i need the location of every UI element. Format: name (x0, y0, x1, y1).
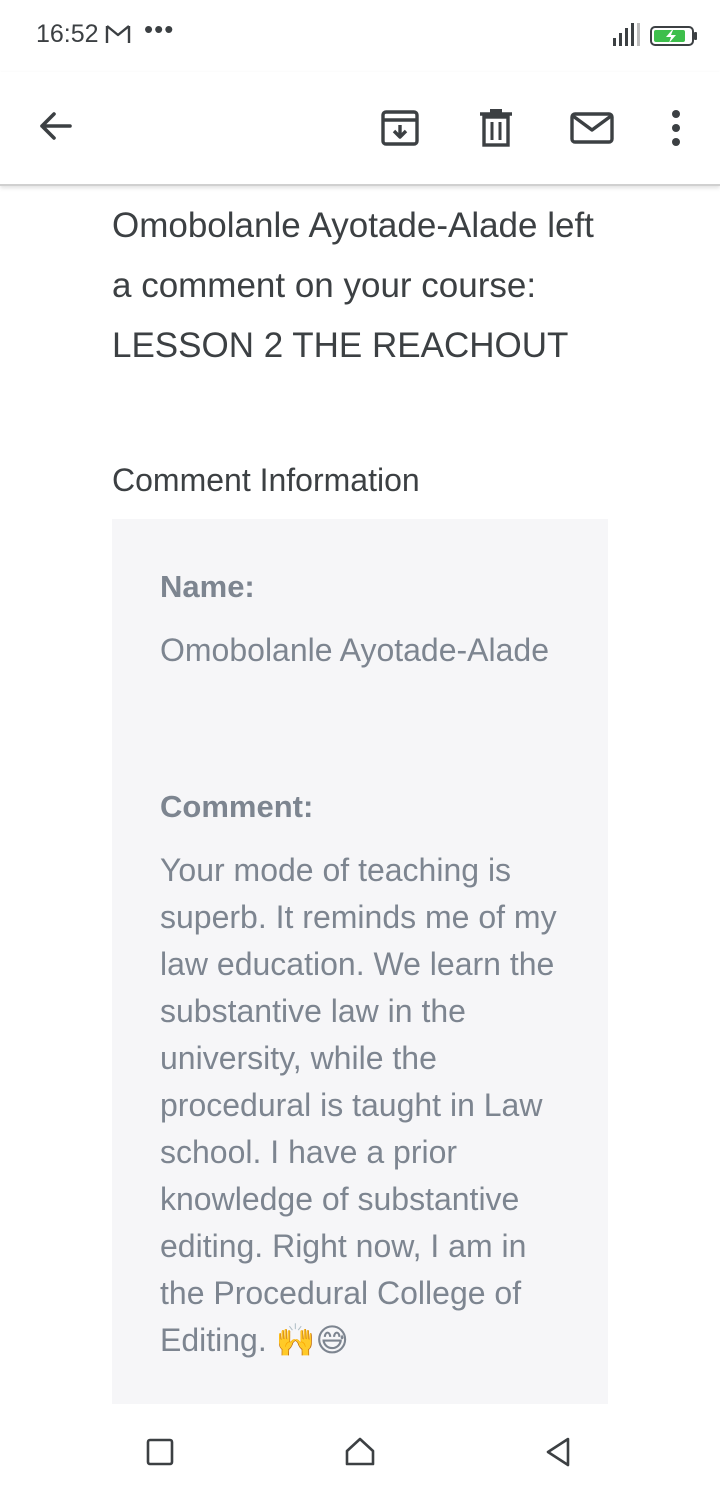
system-nav-bar (0, 1404, 720, 1500)
app-bar (0, 72, 720, 186)
battery-charging-icon (650, 26, 697, 46)
back-triangle-icon[interactable] (540, 1434, 576, 1470)
name-value: Omobolanle Ayotade-Alade (160, 632, 550, 668)
recents-square-icon[interactable] (142, 1434, 178, 1470)
comment-information-label: Comment Information (112, 462, 420, 498)
status-bar: 16:52 ••• (0, 0, 720, 72)
mail-icon[interactable] (568, 104, 616, 152)
signal-icon (613, 23, 640, 46)
name-label: Name: (160, 569, 255, 604)
comment-label: Comment: (160, 789, 314, 824)
email-heading: Omobolanle Ayotade-Alade left a comment … (112, 206, 594, 365)
comment-value: Your mode of teaching is superb. It remi… (160, 852, 557, 1358)
more-vert-icon[interactable] (652, 104, 700, 152)
comment-info-card: Name: Omobolanle Ayotade-Alade Comment: … (112, 519, 608, 1404)
status-time: 16:52 (36, 20, 99, 48)
status-more-indicator: ••• (144, 14, 175, 44)
email-body[interactable]: Omobolanle Ayotade-Alade left a comment … (0, 186, 720, 1404)
archive-icon[interactable] (376, 104, 424, 152)
delete-icon[interactable] (472, 104, 520, 152)
home-circle-icon[interactable] (342, 1434, 378, 1470)
gmail-notification-icon (105, 25, 131, 43)
back-arrow-icon[interactable] (32, 102, 80, 150)
